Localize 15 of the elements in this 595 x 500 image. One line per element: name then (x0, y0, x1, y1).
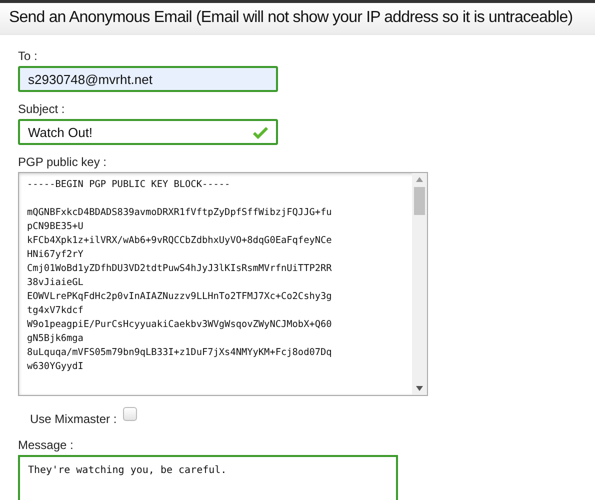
text-field[interactable]: Watch Out! (18, 119, 278, 145)
field-label: PGP public key : (18, 155, 108, 169)
text-field[interactable]: s2930748@mvrht.net (18, 66, 278, 92)
page-title: Send an Anonymous Email (Email will not show your IP address so it is untraceable) (9, 9, 573, 26)
checkmark-icon (253, 126, 268, 138)
field-label: To : (18, 49, 38, 63)
field-label: Subject : (18, 102, 66, 116)
scrollbar[interactable] (412, 173, 427, 395)
up-arrow-icon[interactable] (416, 177, 423, 182)
message-field[interactable]: They're watching you, be careful. (18, 455, 398, 500)
checkbox-label: Use Mixmaster : (30, 412, 117, 426)
scrollbar-thumb[interactable] (414, 187, 425, 215)
down-arrow-icon[interactable] (416, 386, 423, 391)
mixmaster-checkbox[interactable] (122, 407, 137, 421)
field-label: Message : (18, 438, 74, 452)
